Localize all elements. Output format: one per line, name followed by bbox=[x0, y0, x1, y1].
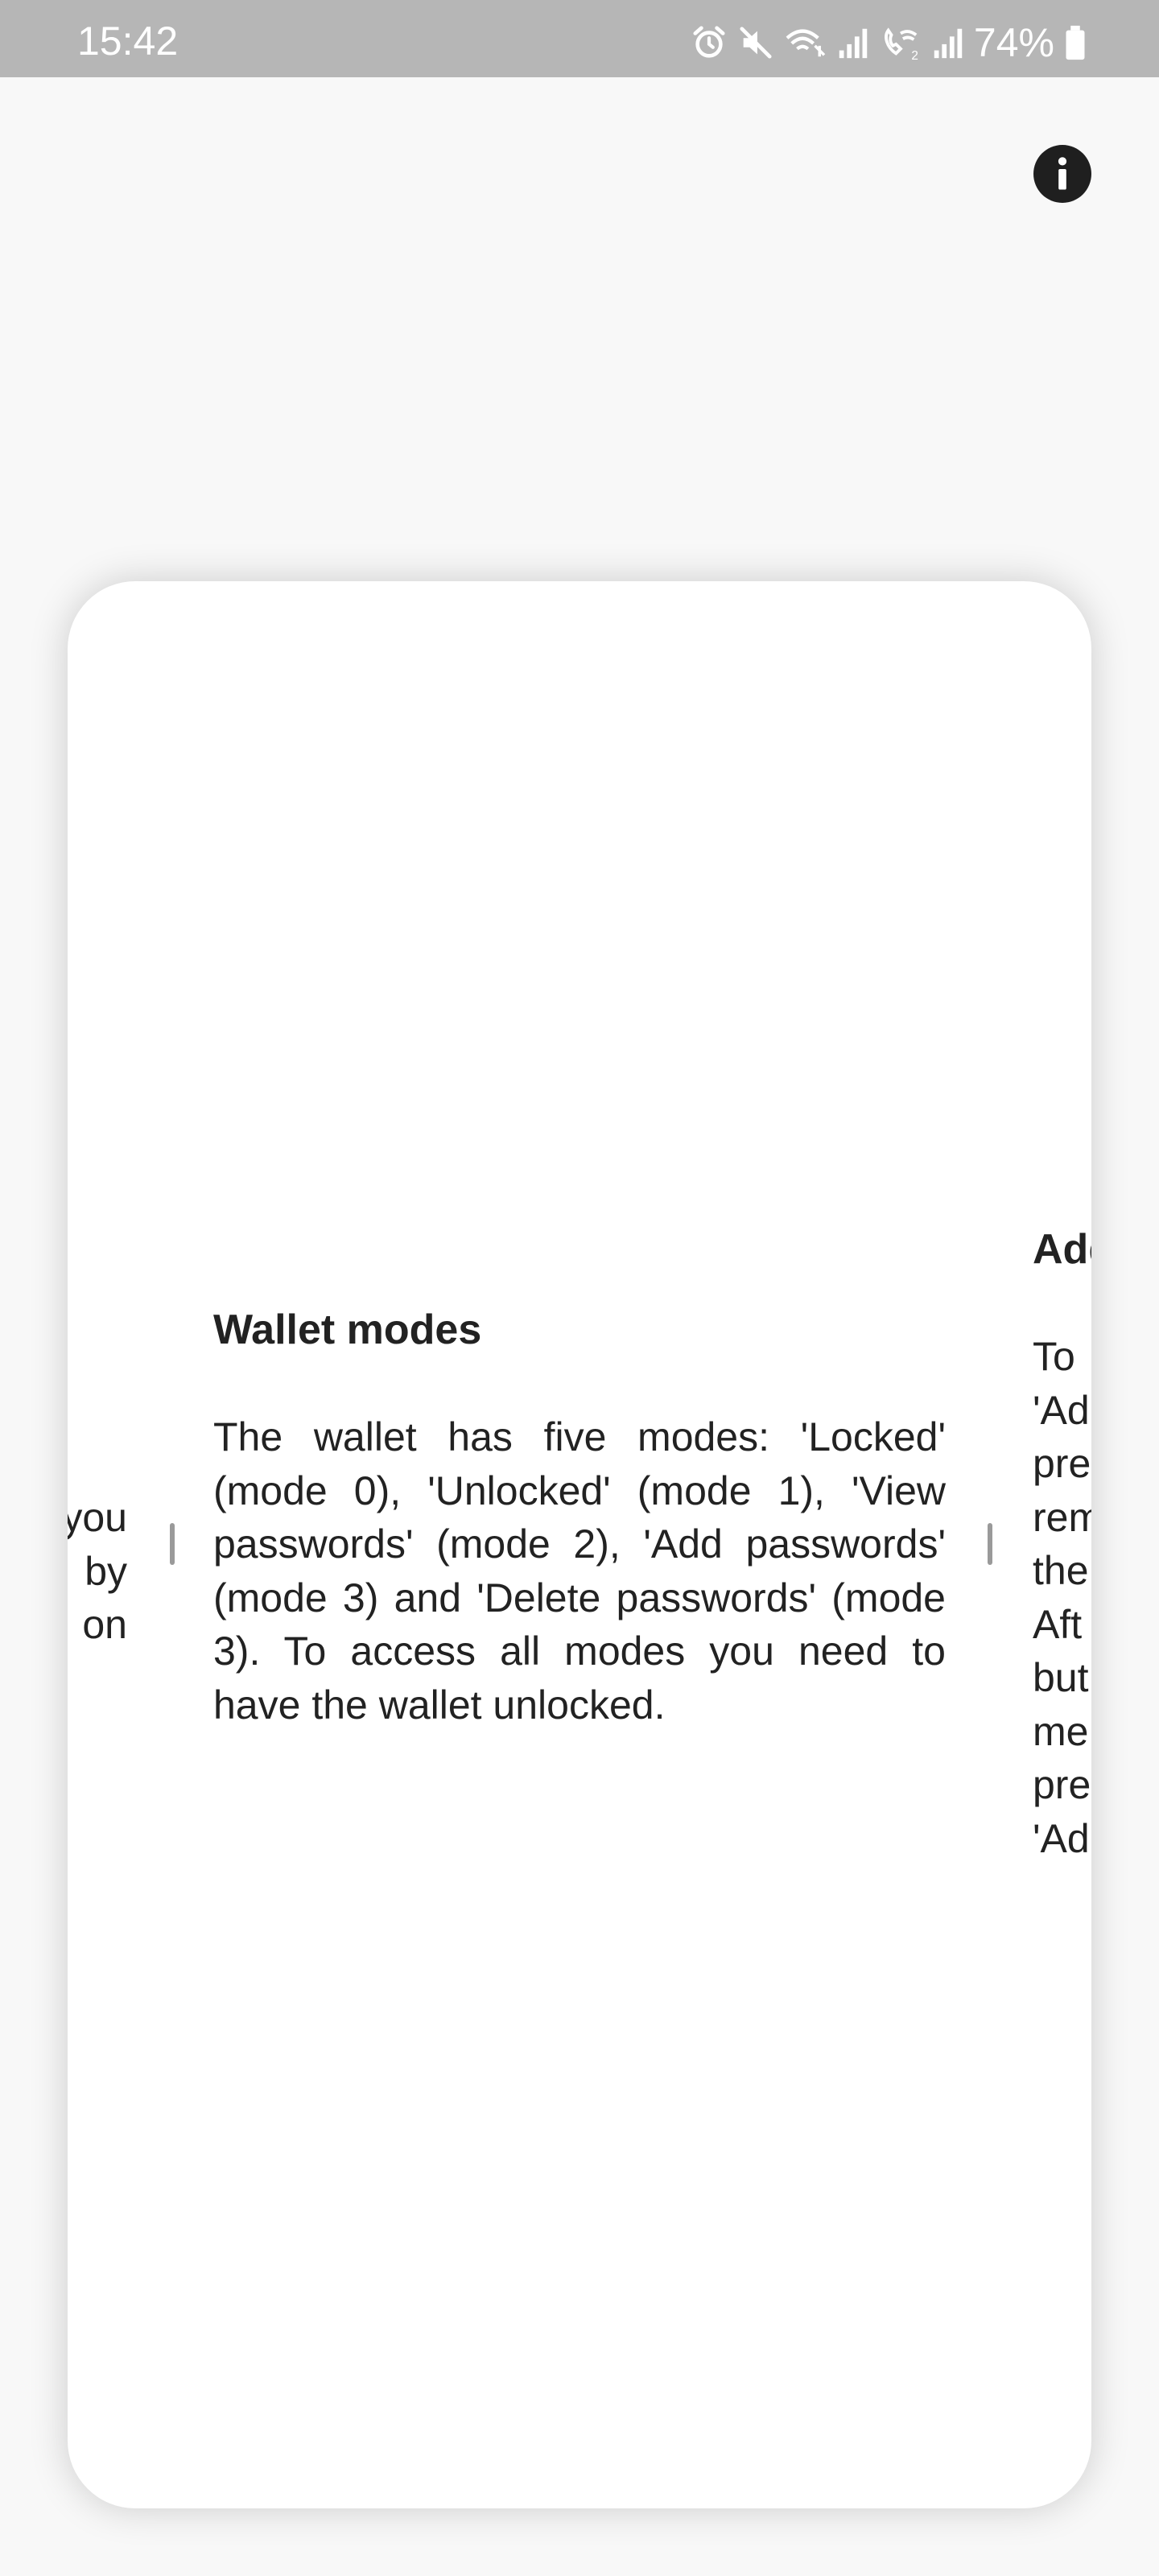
battery-icon bbox=[1066, 25, 1085, 60]
battery-percentage: 74% bbox=[973, 20, 1054, 65]
next-page[interactable]: Add To 'Ad pre rem the Aft but me pre 'A… bbox=[1033, 581, 1091, 2508]
next-page-body: To 'Ad pre rem the Aft but me pre 'Ad bbox=[1033, 1334, 1091, 1861]
page-body: The wallet has five modes: 'Locked' (mod… bbox=[213, 1414, 946, 1728]
page-title: Wallet modes bbox=[213, 1307, 482, 1353]
status-time: 15:42 bbox=[77, 19, 179, 64]
page-divider-right bbox=[988, 1523, 992, 1565]
status-icons: 2 74% bbox=[691, 20, 1087, 65]
help-card[interactable]: you by on Wallet modes The wallet has fi… bbox=[68, 581, 1091, 2508]
current-page: Wallet modes The wallet has five modes: … bbox=[213, 581, 946, 2508]
alarm-icon bbox=[693, 26, 725, 58]
next-page-title: Add bbox=[1033, 1226, 1091, 1273]
info-icon bbox=[1033, 145, 1091, 203]
page-divider-left bbox=[170, 1523, 175, 1565]
signal-icon bbox=[839, 28, 868, 59]
previous-page[interactable]: you by on bbox=[68, 581, 127, 2508]
svg-text:2: 2 bbox=[911, 49, 918, 61]
wifi-calling-2-icon: 2 bbox=[885, 27, 918, 61]
wifi-calling-icon bbox=[786, 29, 826, 57]
mute-icon bbox=[740, 27, 772, 59]
status-bar: 15:42 2 74% bbox=[0, 0, 1159, 77]
signal-2-icon bbox=[934, 28, 963, 59]
previous-page-body: you by on bbox=[68, 1495, 127, 1647]
info-button[interactable] bbox=[1033, 145, 1091, 203]
